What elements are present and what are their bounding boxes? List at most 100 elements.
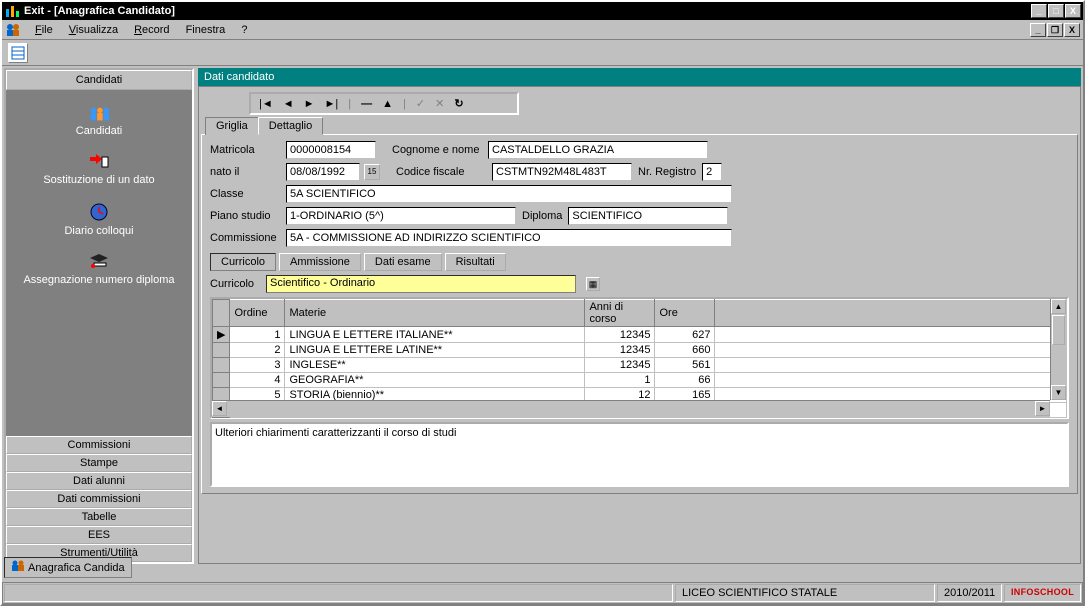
people-icon <box>6 106 192 122</box>
sidebar-btn-dati-commissioni[interactable]: Dati commissioni <box>6 490 192 508</box>
scroll-up-icon[interactable]: ▲ <box>1051 299 1066 314</box>
table-row[interactable]: 3INGLESE**12345561 <box>213 358 1067 373</box>
cancel-icon[interactable]: ✕ <box>435 97 444 110</box>
classe-input[interactable] <box>286 185 732 203</box>
sidebar-header-candidati[interactable]: Candidati <box>6 70 192 90</box>
status-brand: INFOSCHOOL <box>1004 584 1081 602</box>
mdi-close-button[interactable]: X <box>1064 23 1080 37</box>
close-button[interactable]: X <box>1065 4 1081 18</box>
piano-input[interactable] <box>286 207 516 225</box>
subtab-dati-esame[interactable]: Dati esame <box>364 253 442 271</box>
curricolo-label: Curricolo <box>210 278 260 290</box>
sidebar-item-candidati[interactable]: Candidati <box>6 106 192 137</box>
lookup-icon[interactable]: ▦ <box>586 277 600 291</box>
delete-record-icon[interactable]: — <box>361 98 372 110</box>
insert-record-icon[interactable]: ▲ <box>382 98 393 110</box>
sidebar-item-sostituzione[interactable]: Sostituzione di un dato <box>6 153 192 186</box>
cf-label: Codice fiscale <box>396 166 486 178</box>
replace-icon <box>6 153 192 171</box>
sidebar: Candidati Candidati Sostituzione di un d… <box>4 68 194 564</box>
status-bar: LICEO SCIENTIFICO STATALE 2010/2011 INFO… <box>2 582 1083 604</box>
menu-visualizza[interactable]: Visualizza <box>61 22 126 38</box>
maximize-button[interactable]: □ <box>1048 4 1064 18</box>
mdi-icon[interactable] <box>5 22 21 38</box>
scroll-thumb[interactable] <box>1052 315 1065 345</box>
sidebar-btn-ees[interactable]: EES <box>6 526 192 544</box>
form-view-icon[interactable] <box>8 43 28 63</box>
taskbar-item[interactable]: Anagrafica Candida <box>4 557 132 578</box>
taskbar-label: Anagrafica Candida <box>28 562 125 574</box>
cognome-input[interactable] <box>488 141 708 159</box>
next-record-icon[interactable]: ► <box>304 98 315 110</box>
col-spacer <box>715 300 1067 327</box>
cf-input[interactable] <box>492 163 632 181</box>
grid-corner[interactable] <box>213 300 230 327</box>
classe-label: Classe <box>210 188 280 200</box>
matricola-label: Matricola <box>210 144 280 156</box>
top-toolbar <box>2 40 1083 66</box>
panel-title: Dati candidato <box>198 68 1081 86</box>
notes-box[interactable]: Ulteriori chiarimenti caratterizzanti il… <box>210 422 1069 487</box>
notes-label: Ulteriori chiarimenti caratterizzanti il… <box>215 427 1064 439</box>
menu-help[interactable]: ? <box>233 22 255 38</box>
vertical-scrollbar[interactable]: ▲ ▼ <box>1050 299 1067 400</box>
table-row[interactable]: ▶1LINGUA E LETTERE ITALIANE**12345627 <box>213 327 1067 343</box>
refresh-icon[interactable]: ↻ <box>454 97 463 110</box>
date-picker-icon[interactable]: 15 <box>364 164 380 180</box>
sidebar-item-diario[interactable]: Diario colloqui <box>6 202 192 237</box>
nrreg-label: Nr. Registro <box>638 166 696 178</box>
accept-icon[interactable]: ✓ <box>416 97 425 110</box>
minimize-button[interactable]: _ <box>1031 4 1047 18</box>
nrreg-input[interactable] <box>702 163 722 181</box>
scroll-left-icon[interactable]: ◄ <box>212 401 227 416</box>
taskbar-icon <box>11 560 25 575</box>
sidebar-btn-tabelle[interactable]: Tabelle <box>6 508 192 526</box>
status-year: 2010/2011 <box>937 584 1002 602</box>
sidebar-item-assegnazione[interactable]: Assegnazione numero diploma <box>6 253 192 286</box>
scroll-down-icon[interactable]: ▼ <box>1051 385 1066 400</box>
scroll-right-icon[interactable]: ► <box>1035 401 1050 416</box>
tab-dettaglio[interactable]: Dettaglio <box>258 117 323 135</box>
mdi-minimize-button[interactable]: _ <box>1030 23 1046 37</box>
status-school: LICEO SCIENTIFICO STATALE <box>675 584 935 602</box>
mdi-restore-button[interactable]: ❐ <box>1047 23 1063 37</box>
matricola-input[interactable] <box>286 141 376 159</box>
col-ordine[interactable]: Ordine <box>230 300 285 327</box>
col-ore[interactable]: Ore <box>655 300 715 327</box>
col-anni[interactable]: Anni di corso <box>585 300 655 327</box>
sidebar-btn-commissioni[interactable]: Commissioni <box>6 436 192 454</box>
sidebar-item-label: Diario colloqui <box>6 225 192 237</box>
subtab-risultati[interactable]: Risultati <box>445 253 506 271</box>
sidebar-btn-stampe[interactable]: Stampe <box>6 454 192 472</box>
subtab-ammissione[interactable]: Ammissione <box>279 253 361 271</box>
tab-griglia[interactable]: Griglia <box>205 117 259 135</box>
app-icon <box>4 3 20 19</box>
commissione-input[interactable] <box>286 229 732 247</box>
last-record-icon[interactable]: ►| <box>325 98 339 110</box>
piano-label: Piano studio <box>210 210 280 222</box>
sidebar-btn-dati-alunni[interactable]: Dati alunni <box>6 472 192 490</box>
first-record-icon[interactable]: |◄ <box>259 98 273 110</box>
menu-bar: File Visualizza Record Finestra ? _ ❐ X <box>2 20 1083 40</box>
clock-icon <box>6 202 192 222</box>
status-empty <box>4 584 673 602</box>
menu-finestra[interactable]: Finestra <box>178 22 234 38</box>
commissione-label: Commissione <box>210 232 280 244</box>
menu-file[interactable]: File <box>27 22 61 38</box>
cognome-label: Cognome e nome <box>392 144 482 156</box>
prev-record-icon[interactable]: ◄ <box>283 98 294 110</box>
table-row[interactable]: 4GEOGRAFIA**166 <box>213 373 1067 388</box>
title-bar: Exit - [Anagrafica Candidato] _ □ X <box>2 2 1083 20</box>
col-materie[interactable]: Materie <box>285 300 585 327</box>
curricolo-value[interactable]: Scientifico - Ordinario <box>266 275 576 293</box>
diploma-input[interactable] <box>568 207 728 225</box>
record-toolbar: |◄ ◄ ► ►| | — ▲ | ✓ ✕ ↻ <box>249 92 519 115</box>
menu-record[interactable]: Record <box>126 22 177 38</box>
table-row[interactable]: 2LINGUA E LETTERE LATINE**12345660 <box>213 343 1067 358</box>
horizontal-scrollbar[interactable]: ◄ ► <box>212 400 1050 417</box>
window-title: Exit - [Anagrafica Candidato] <box>24 5 175 17</box>
materie-grid: Ordine Materie Anni di corso Ore ▶1LINGU… <box>210 297 1069 419</box>
sidebar-item-label: Sostituzione di un dato <box>6 174 192 186</box>
nato-input[interactable] <box>286 163 360 181</box>
subtab-curricolo[interactable]: Curricolo <box>210 253 276 271</box>
